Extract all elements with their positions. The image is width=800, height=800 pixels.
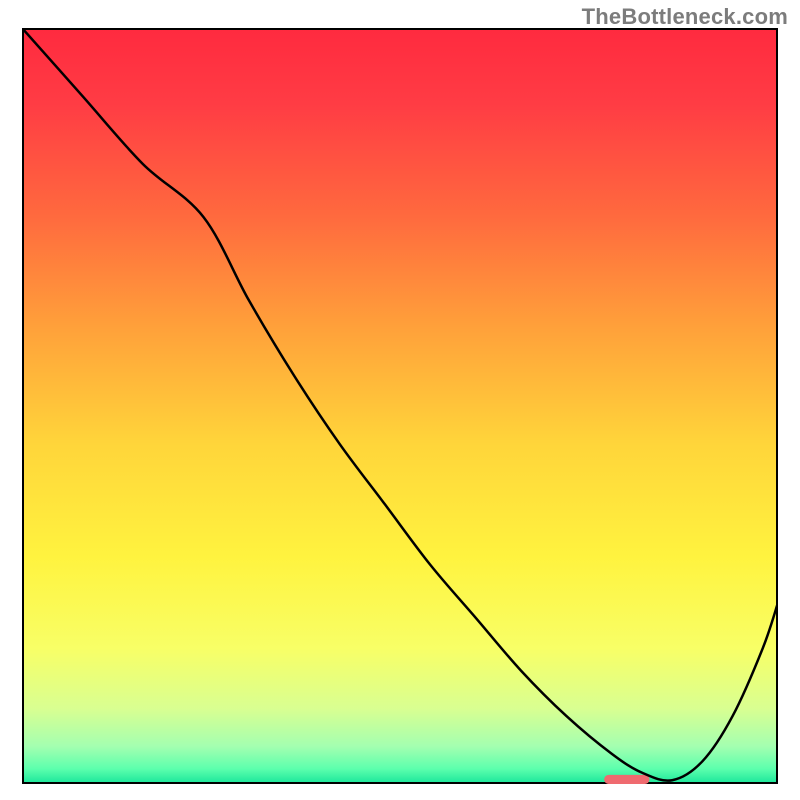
optimal-marker [604, 775, 649, 784]
chart-container: TheBottleneck.com [0, 0, 800, 800]
watermark-text: TheBottleneck.com [582, 4, 788, 30]
chart-background [22, 28, 778, 784]
chart-svg [22, 28, 778, 784]
chart-plot-area [22, 28, 778, 784]
